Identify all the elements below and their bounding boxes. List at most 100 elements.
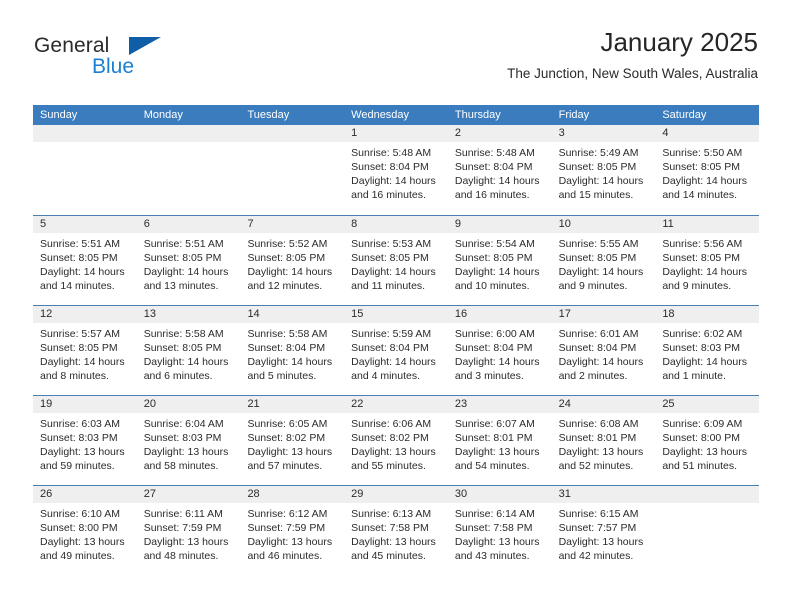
sunset-time: Sunset: 8:03 PM	[143, 432, 222, 444]
calendar-day-cell[interactable]: 26 Sunrise: 6:10 AM Sunset: 8:00 PM Dayligh…	[33, 486, 137, 575]
calendar-day-cell[interactable]: 13 Sunrise: 5:58 AM Sunset: 8:05 PM Dayligh…	[136, 306, 241, 395]
daylight-duration-line1: Daylight: 14 hours	[558, 175, 644, 187]
daylight-duration-line1: Daylight: 13 hours	[454, 536, 540, 548]
day-details: Sunrise: 6:02 AM Sunset: 8:03 PM Daylight:…	[655, 323, 759, 383]
weekday-header-wednesday: Wednesday	[351, 109, 410, 121]
day-number: 27	[136, 486, 241, 503]
daylight-duration-line2: and 8 minutes.	[40, 370, 109, 382]
day-details: Sunrise: 5:48 AM Sunset: 8:04 PM Daylight:…	[448, 142, 552, 202]
page-title: January 2025	[600, 27, 758, 57]
calendar-day-cell[interactable]: 15 Sunrise: 5:59 AM Sunset: 8:04 PM Dayligh…	[344, 306, 448, 395]
sunrise-time: Sunrise: 6:15 AM	[558, 508, 639, 520]
calendar-day-cell[interactable]: 4 Sunrise: 5:50 AM Sunset: 8:05 PM Daylight…	[655, 125, 760, 215]
daylight-duration-line1: Daylight: 14 hours	[351, 266, 436, 278]
calendar-day-cell[interactable]: 29 Sunrise: 6:13 AM Sunset: 7:58 PM Dayligh…	[344, 486, 448, 575]
daylight-duration-line2: and 45 minutes.	[351, 550, 426, 562]
daylight-duration-line2: and 13 minutes.	[143, 280, 219, 292]
calendar-day-cell[interactable]: 18 Sunrise: 6:02 AM Sunset: 8:03 PM Dayligh…	[655, 306, 760, 395]
calendar-day-cell[interactable]: 6 Sunrise: 5:51 AM Sunset: 8:05 PM Daylight…	[136, 216, 241, 305]
calendar-day-cell[interactable]: 1 Sunrise: 5:48 AM Sunset: 8:04 PM Daylight…	[344, 125, 448, 215]
calendar-day-cell[interactable]: 8 Sunrise: 5:53 AM Sunset: 8:05 PM Daylight…	[344, 216, 448, 305]
calendar-day-cell[interactable]: 20 Sunrise: 6:04 AM Sunset: 8:03 PM Dayligh…	[136, 396, 241, 485]
calendar-day-cell[interactable]: 22 Sunrise: 6:06 AM Sunset: 8:02 PM Dayligh…	[344, 396, 448, 485]
calendar-day-cell[interactable]: 9 Sunrise: 5:54 AM Sunset: 8:05 PM Daylight…	[447, 216, 552, 305]
calendar-day-cell[interactable]: 2 Sunrise: 5:48 AM Sunset: 8:04 PM Daylight…	[447, 125, 552, 215]
sunrise-time: Sunrise: 5:54 AM	[454, 238, 535, 250]
day-details: Sunrise: 6:07 AM Sunset: 8:01 PM Daylight:…	[448, 413, 552, 473]
daylight-duration-line2: and 14 minutes.	[40, 280, 115, 292]
day-details: Sunrise: 5:49 AM Sunset: 8:05 PM Daylight:…	[552, 142, 656, 202]
calendar-day-cell[interactable]: 23 Sunrise: 6:07 AM Sunset: 8:01 PM Dayligh…	[447, 396, 552, 485]
day-number: 4	[655, 125, 760, 142]
calendar-day-cell[interactable]: 3 Sunrise: 5:49 AM Sunset: 8:05 PM Daylight…	[551, 125, 656, 215]
day-details: Sunrise: 6:01 AM Sunset: 8:04 PM Daylight:…	[552, 323, 656, 383]
weekday-header-monday: Monday	[143, 109, 183, 121]
day-details: Sunrise: 6:00 AM Sunset: 8:04 PM Daylight:…	[448, 323, 552, 383]
day-number: 1	[344, 125, 448, 142]
sunset-time: Sunset: 8:02 PM	[247, 432, 326, 444]
sunrise-time: Sunrise: 5:50 AM	[662, 147, 743, 159]
title-block: January 2025 The Junction, New South Wal…	[507, 27, 758, 81]
daylight-duration-line2: and 5 minutes.	[247, 370, 317, 382]
sunrise-time: Sunrise: 5:51 AM	[40, 238, 120, 250]
daylight-duration-line2: and 11 minutes.	[351, 280, 426, 292]
calendar-weeks: 1 Sunrise: 5:48 AM Sunset: 8:04 PM Daylight…	[33, 125, 760, 575]
daylight-duration-line1: Daylight: 13 hours	[558, 446, 644, 458]
daylight-duration-line1: Daylight: 14 hours	[40, 266, 125, 278]
daylight-duration-line2: and 52 minutes.	[558, 460, 634, 472]
day-details: Sunrise: 6:12 AM Sunset: 7:59 PM Daylight:…	[240, 503, 344, 563]
calendar-day-cell[interactable]: 17 Sunrise: 6:01 AM Sunset: 8:04 PM Dayligh…	[551, 306, 656, 395]
calendar-day-cell-empty	[655, 486, 760, 575]
calendar-day-cell[interactable]: 7 Sunrise: 5:52 AM Sunset: 8:05 PM Daylight…	[240, 216, 345, 305]
calendar-day-cell[interactable]: 21 Sunrise: 6:05 AM Sunset: 8:02 PM Dayligh…	[240, 396, 345, 485]
daylight-duration-line2: and 2 minutes.	[558, 370, 628, 382]
calendar-day-cell[interactable]: 11 Sunrise: 5:56 AM Sunset: 8:05 PM Dayligh…	[655, 216, 760, 305]
calendar-day-cell[interactable]: 31 Sunrise: 6:15 AM Sunset: 7:57 PM Dayligh…	[551, 486, 656, 575]
daylight-duration-line1: Daylight: 13 hours	[454, 446, 540, 458]
sunrise-time: Sunrise: 6:12 AM	[247, 508, 328, 520]
day-number: 7	[240, 216, 345, 233]
day-number: 16	[447, 306, 552, 323]
calendar-day-cell[interactable]: 27 Sunrise: 6:11 AM Sunset: 7:59 PM Dayligh…	[136, 486, 241, 575]
sunrise-time: Sunrise: 6:01 AM	[558, 328, 639, 340]
day-details: Sunrise: 6:04 AM Sunset: 8:03 PM Daylight:…	[137, 413, 241, 473]
day-number: 22	[344, 396, 448, 413]
day-number: 30	[447, 486, 552, 503]
calendar-day-cell[interactable]: 19 Sunrise: 6:03 AM Sunset: 8:03 PM Dayligh…	[33, 396, 137, 485]
calendar-day-cell[interactable]: 16 Sunrise: 6:00 AM Sunset: 8:04 PM Dayligh…	[447, 306, 552, 395]
sunset-time: Sunset: 8:04 PM	[558, 342, 637, 354]
day-number	[240, 125, 345, 142]
sunrise-time: Sunrise: 6:07 AM	[454, 418, 535, 430]
calendar-day-cell-empty	[136, 125, 241, 215]
sunset-time: Sunset: 8:01 PM	[454, 432, 533, 444]
sunset-time: Sunset: 8:02 PM	[351, 432, 429, 444]
calendar-day-cell[interactable]: 24 Sunrise: 6:08 AM Sunset: 8:01 PM Dayligh…	[551, 396, 656, 485]
sunset-time: Sunset: 8:05 PM	[662, 252, 740, 264]
day-details: Sunrise: 6:11 AM Sunset: 7:59 PM Daylight:…	[137, 503, 241, 563]
calendar-day-cell[interactable]: 10 Sunrise: 5:55 AM Sunset: 8:05 PM Dayligh…	[551, 216, 656, 305]
calendar-day-cell[interactable]: 25 Sunrise: 6:09 AM Sunset: 8:00 PM Dayligh…	[655, 396, 760, 485]
day-details: Sunrise: 6:13 AM Sunset: 7:58 PM Daylight:…	[344, 503, 448, 563]
daylight-duration-line1: Daylight: 14 hours	[351, 175, 436, 187]
sunrise-time: Sunrise: 5:57 AM	[40, 328, 120, 340]
day-number: 21	[240, 396, 345, 413]
generalblue-logo[interactable]: General Blue	[34, 35, 244, 89]
calendar-day-cell[interactable]: 5 Sunrise: 5:51 AM Sunset: 8:05 PM Daylight…	[33, 216, 137, 305]
calendar-week-row: 12 Sunrise: 5:57 AM Sunset: 8:05 PM Dayligh…	[33, 305, 760, 395]
day-number: 26	[33, 486, 137, 503]
day-number: 23	[447, 396, 552, 413]
calendar-day-cell[interactable]: 12 Sunrise: 5:57 AM Sunset: 8:05 PM Dayligh…	[33, 306, 137, 395]
day-number: 18	[655, 306, 760, 323]
calendar-page: General Blue January 2025 The Junction, …	[0, 0, 792, 612]
calendar-week-row: 1 Sunrise: 5:48 AM Sunset: 8:04 PM Daylight…	[33, 125, 760, 215]
sunset-time: Sunset: 8:05 PM	[143, 342, 222, 354]
calendar-day-cell[interactable]: 30 Sunrise: 6:14 AM Sunset: 7:58 PM Dayligh…	[447, 486, 552, 575]
daylight-duration-line1: Daylight: 14 hours	[558, 356, 644, 368]
sunset-time: Sunset: 8:04 PM	[351, 342, 429, 354]
daylight-duration-line2: and 59 minutes.	[40, 460, 115, 472]
sunset-time: Sunset: 7:57 PM	[558, 522, 637, 534]
calendar-day-cell[interactable]: 14 Sunrise: 5:58 AM Sunset: 8:04 PM Dayligh…	[240, 306, 345, 395]
weekday-header-sunday: Sunday	[40, 109, 78, 121]
sunset-time: Sunset: 8:01 PM	[558, 432, 637, 444]
calendar-day-cell[interactable]: 28 Sunrise: 6:12 AM Sunset: 7:59 PM Dayligh…	[240, 486, 345, 575]
